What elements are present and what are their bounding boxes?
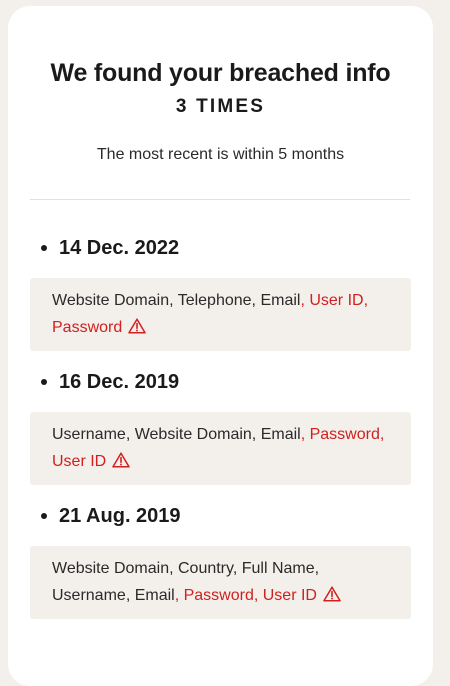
breach-date-row: 14 Dec. 2022 — [30, 234, 411, 262]
breached-data-item: Website Domain — [52, 292, 170, 309]
breached-data-item: Country — [177, 560, 233, 577]
item-separator: , — [363, 292, 369, 309]
divider — [30, 199, 410, 200]
breach-date: 21 Aug. 2019 — [59, 504, 181, 527]
item-separator: , — [314, 560, 320, 577]
breach-entry-3: 21 Aug. 2019 Website Domain, Country, Fu… — [30, 502, 411, 619]
item-separator: , — [125, 426, 135, 443]
breach-entry-1: 14 Dec. 2022 Website Domain, Telephone, … — [30, 234, 411, 351]
breach-summary-card: We found your breached info 3 TIMES The … — [8, 6, 433, 686]
warning-triangle-icon — [323, 586, 341, 602]
item-separator: , — [251, 426, 261, 443]
item-separator: , — [379, 426, 385, 443]
breach-date-row: 21 Aug. 2019 — [30, 502, 411, 530]
item-separator: , — [169, 560, 178, 577]
item-separator: , — [300, 426, 310, 443]
item-separator: , — [232, 560, 242, 577]
item-separator: , — [125, 587, 135, 604]
item-separator: , — [174, 587, 184, 604]
breached-data-item: User ID — [262, 587, 317, 604]
breach-date: 16 Dec. 2019 — [59, 370, 180, 393]
warning-triangle-icon — [112, 452, 130, 468]
breached-data-item: Email — [260, 426, 301, 443]
breached-data-item: Password — [309, 426, 380, 443]
breach-date: 14 Dec. 2022 — [59, 236, 180, 259]
breached-data-item: User ID — [309, 292, 364, 309]
bullet-icon — [41, 245, 47, 251]
breach-date-row: 16 Dec. 2019 — [30, 368, 411, 396]
recent-breach-note: The most recent is within 5 months — [96, 146, 345, 163]
breached-data-item: Username — [52, 426, 126, 443]
breached-data-item: Password — [52, 319, 123, 336]
bullet-icon — [41, 513, 47, 519]
breached-data-item: Password — [183, 587, 254, 604]
breach-entry-2: 16 Dec. 2019 Username, Website Domain, E… — [30, 368, 411, 485]
breached-data-item: Username — [52, 587, 126, 604]
breached-data-item: Full Name — [241, 560, 315, 577]
warning-triangle-icon — [128, 318, 146, 334]
breached-data-item: Email — [260, 292, 301, 309]
breached-data-item: Website Domain — [134, 426, 252, 443]
breached-data-item: User ID — [52, 453, 107, 470]
breached-data-item: Email — [134, 587, 175, 604]
breached-data-list: Website Domain, Country, Full Name, User… — [30, 546, 411, 619]
page-title: We found your breached info — [50, 59, 391, 87]
breached-data-item: Website Domain — [52, 560, 170, 577]
item-separator: , — [300, 292, 310, 309]
breached-data-item: Telephone — [177, 292, 252, 309]
bullet-icon — [41, 379, 47, 385]
breached-data-list: Username, Website Domain, Email, Passwor… — [30, 412, 411, 485]
item-separator: , — [169, 292, 178, 309]
breach-count: 3 TIMES — [175, 96, 266, 117]
breached-data-list: Website Domain, Telephone, Email, User I… — [30, 278, 411, 351]
item-separator: , — [253, 587, 263, 604]
